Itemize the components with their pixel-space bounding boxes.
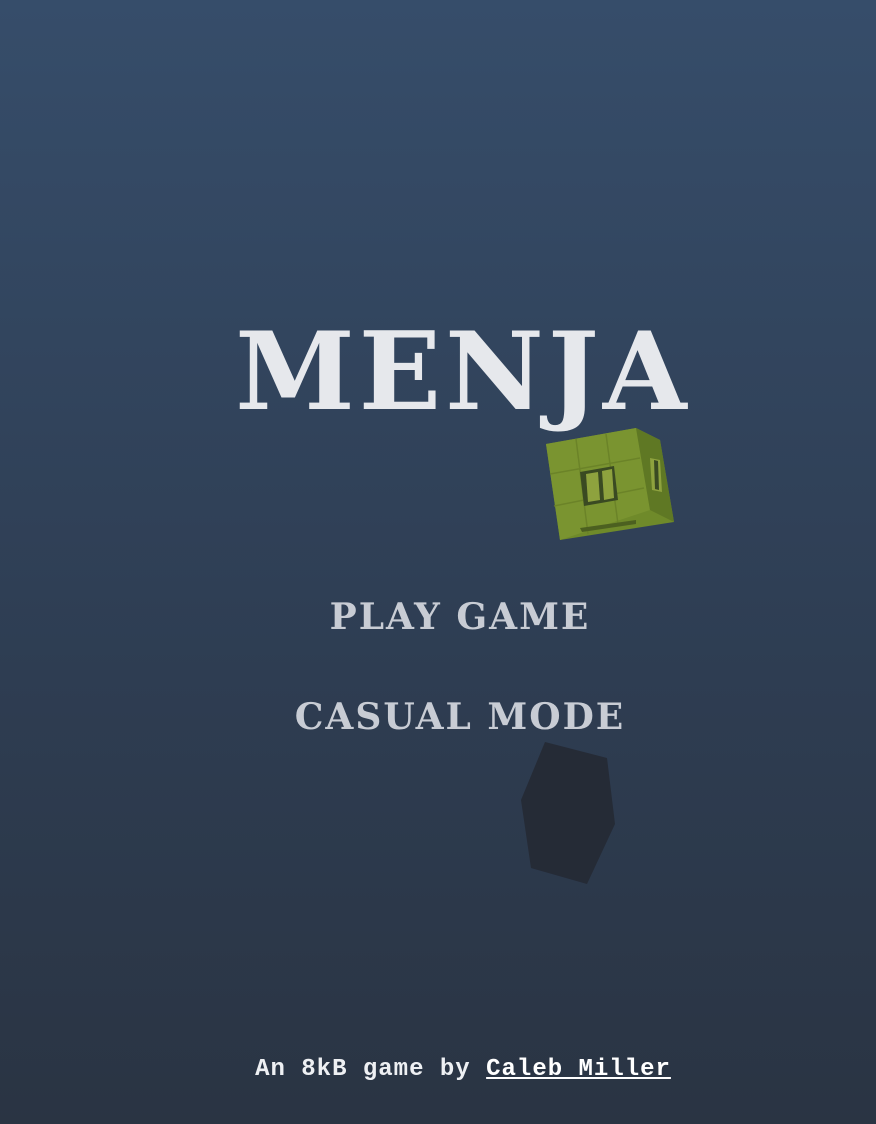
credits-prefix: An 8kB game by [255, 1056, 487, 1083]
cube-target-icon[interactable] [540, 424, 680, 544]
game-title: MENJA [235, 309, 691, 435]
credits-line: An 8kB game by Caleb Miller [0, 1056, 876, 1083]
author-link[interactable]: Caleb Miller [486, 1056, 671, 1083]
play-game-label: PLAY GAME [329, 596, 591, 638]
casual-mode-button[interactable]: CASUAL MODE [0, 698, 876, 736]
game-stage: MENJA PLAY GAME CASUAL MODE An 8kB game … [0, 0, 876, 1124]
debris-shard-icon [521, 742, 615, 884]
casual-mode-label: CASUAL MODE [294, 696, 626, 738]
play-game-button[interactable]: PLAY GAME [0, 598, 876, 636]
